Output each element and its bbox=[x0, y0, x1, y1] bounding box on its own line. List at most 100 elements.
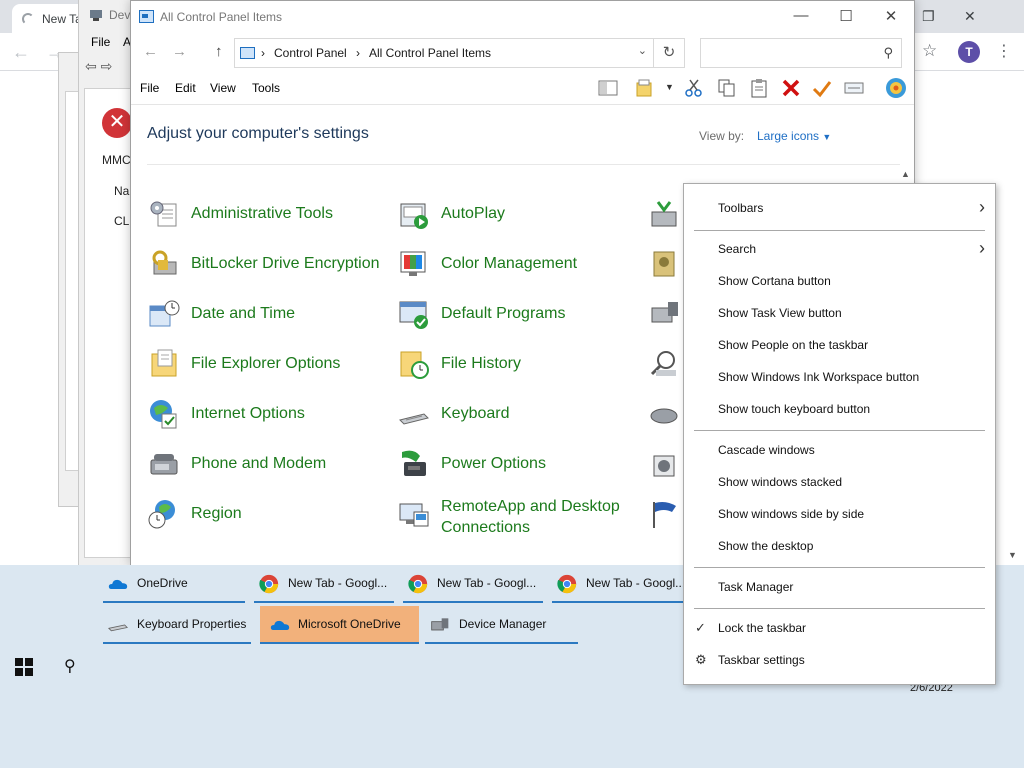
cp-item-file-explorer-options[interactable]: File Explorer Options bbox=[148, 344, 368, 384]
recovery-icon[interactable] bbox=[648, 448, 680, 480]
cp-item-autoplay[interactable]: AutoPlay bbox=[398, 194, 618, 234]
preview-pane-icon[interactable] bbox=[598, 78, 618, 98]
copy-icon[interactable] bbox=[717, 78, 737, 98]
search-icon[interactable]: ⚲ bbox=[64, 656, 76, 676]
credential-manager-icon[interactable] bbox=[648, 248, 680, 280]
taskbar-button-chrome[interactable]: New Tab - Googl... bbox=[254, 565, 394, 603]
mmc-error-dialog: ✕ MMC Na CL bbox=[84, 88, 134, 558]
menu-item-label: Toolbars bbox=[718, 201, 764, 215]
security-maintenance-icon[interactable] bbox=[648, 498, 680, 530]
cp-item-phone-modem[interactable]: Phone and Modem bbox=[148, 444, 368, 484]
shell-icon[interactable] bbox=[884, 76, 908, 100]
chevron-right-icon[interactable]: › bbox=[356, 46, 360, 60]
menu-item-show-touch-keyboard[interactable]: Show touch keyboard button bbox=[684, 395, 995, 423]
phone-modem-icon bbox=[150, 454, 178, 475]
forward-arrow-icon[interactable]: → bbox=[172, 43, 187, 60]
cp-item-label: Region bbox=[191, 505, 242, 522]
close-icon[interactable]: ✕ bbox=[876, 7, 906, 27]
menu-item-show-task-view[interactable]: Show Task View button bbox=[684, 299, 995, 327]
cp-item-color-management[interactable]: Color Management bbox=[398, 244, 618, 284]
chrome-menu-icon[interactable]: ⋮ bbox=[996, 41, 1012, 61]
menu-file[interactable]: File bbox=[91, 35, 110, 49]
cp-item-default-programs[interactable]: Default Programs bbox=[398, 294, 618, 334]
cp-item-file-history[interactable]: File History bbox=[398, 344, 618, 384]
search-input[interactable]: ⚲ bbox=[700, 38, 902, 68]
taskbar-button-chrome[interactable]: New Tab - Googl... bbox=[552, 565, 683, 603]
back-arrow-icon[interactable]: ← bbox=[12, 42, 30, 63]
taskbar-button-chrome[interactable]: New Tab - Googl... bbox=[403, 565, 543, 603]
cp-item-power-options[interactable]: Power Options bbox=[398, 444, 618, 484]
back-arrow-icon[interactable]: ← bbox=[143, 43, 158, 60]
menu-item-lock-taskbar[interactable]: ✓ Lock the taskbar bbox=[684, 614, 995, 642]
cp-item-label: AutoPlay bbox=[441, 205, 506, 222]
dialog-text: CL bbox=[114, 214, 130, 228]
device-manager-icon[interactable] bbox=[648, 298, 680, 330]
windows-start-icon[interactable] bbox=[15, 658, 33, 676]
menu-view[interactable]: View bbox=[210, 81, 236, 95]
backup-restore-icon[interactable] bbox=[648, 198, 680, 230]
indexing-options-icon[interactable] bbox=[648, 348, 680, 380]
breadcrumb-all-items[interactable]: All Control Panel Items bbox=[369, 46, 491, 60]
cp-item-label: Color Management bbox=[441, 255, 578, 272]
menu-item-show-ink-workspace[interactable]: Show Windows Ink Workspace button bbox=[684, 363, 995, 391]
up-arrow-icon[interactable]: ↑ bbox=[215, 43, 223, 60]
refresh-icon[interactable]: ↻ bbox=[654, 38, 685, 68]
cp-item-remoteapp[interactable]: RemoteApp and Desktop Connections bbox=[398, 494, 638, 536]
menu-item-windows-side-by-side[interactable]: Show windows side by side bbox=[684, 500, 995, 528]
menu-item-show-cortana[interactable]: Show Cortana button bbox=[684, 267, 995, 295]
menu-item-cascade-windows[interactable]: Cascade windows bbox=[684, 436, 995, 464]
maximize-icon[interactable]: ☐ bbox=[831, 7, 861, 27]
menu-item-show-people[interactable]: Show People on the taskbar bbox=[684, 331, 995, 359]
mouse-icon[interactable] bbox=[648, 398, 680, 430]
menu-item-show-desktop[interactable]: Show the desktop bbox=[684, 532, 995, 560]
menu-item-search[interactable]: Search › bbox=[684, 235, 995, 263]
delete-icon[interactable] bbox=[781, 78, 801, 98]
profile-avatar[interactable]: T bbox=[958, 41, 980, 63]
restore-icon[interactable]: ❐ bbox=[922, 8, 935, 25]
cp-item-label: File History bbox=[441, 355, 522, 372]
menu-edit[interactable]: Edit bbox=[175, 81, 196, 95]
cp-item-bitlocker[interactable]: BitLocker Drive Encryption bbox=[148, 244, 388, 284]
cp-item-label: Internet Options bbox=[191, 405, 305, 422]
chrome-icon bbox=[259, 574, 279, 594]
chevron-down-icon: ▼ bbox=[822, 132, 832, 142]
breadcrumb-control-panel[interactable]: Control Panel bbox=[274, 46, 347, 60]
chevron-down-icon[interactable]: ▼ bbox=[665, 82, 674, 92]
cut-icon[interactable] bbox=[684, 78, 704, 98]
address-bar[interactable]: › Control Panel › All Control Panel Item… bbox=[234, 38, 654, 68]
cp-item-date-time[interactable]: Date and Time bbox=[148, 294, 368, 334]
menu-item-label: Show windows side by side bbox=[718, 507, 865, 521]
menu-item-task-manager[interactable]: Task Manager bbox=[684, 573, 995, 601]
menu-item-windows-stacked[interactable]: Show windows stacked bbox=[684, 468, 995, 496]
checkmark-icon[interactable] bbox=[812, 78, 832, 98]
close-icon[interactable]: ✕ bbox=[964, 8, 976, 25]
cp-item-region[interactable]: Region bbox=[148, 494, 368, 534]
bookmark-star-icon[interactable]: ☆ bbox=[922, 41, 937, 61]
menu-item-label: Show People on the taskbar bbox=[718, 338, 869, 352]
scroll-up-icon[interactable]: ▲ bbox=[901, 169, 910, 179]
cp-item-internet-options[interactable]: Internet Options bbox=[148, 394, 368, 434]
minimize-icon[interactable]: — bbox=[786, 7, 816, 27]
chevron-right-icon[interactable]: › bbox=[261, 46, 265, 60]
menu-item-taskbar-settings[interactable]: ⚙ Taskbar settings bbox=[684, 646, 995, 674]
taskbar-button-keyboard-properties[interactable]: Keyboard Properties bbox=[103, 606, 251, 644]
cp-item-administrative-tools[interactable]: Administrative Tools bbox=[148, 194, 368, 234]
dialog-text: MMC bbox=[102, 153, 131, 167]
taskbar-button-microsoft-onedrive[interactable]: Microsoft OneDrive bbox=[260, 606, 419, 644]
back-arrow-icon[interactable]: ⇦ ⇨ bbox=[85, 58, 112, 75]
paste-icon[interactable] bbox=[749, 78, 769, 98]
scroll-down-icon[interactable]: ▼ bbox=[1008, 550, 1017, 560]
chevron-down-icon[interactable]: ⌄ bbox=[638, 44, 647, 57]
taskbar-button-device-manager[interactable]: Device Manager bbox=[425, 606, 578, 644]
menu-divider bbox=[694, 608, 985, 609]
new-folder-icon[interactable] bbox=[635, 78, 655, 98]
date-time-icon bbox=[149, 300, 180, 327]
menu-item-toolbars[interactable]: Toolbars › bbox=[684, 194, 995, 222]
properties-icon[interactable] bbox=[844, 78, 864, 98]
taskbar-button-onedrive[interactable]: OneDrive bbox=[103, 565, 245, 603]
view-by-dropdown[interactable]: Large icons ▼ bbox=[757, 129, 831, 143]
menu-tools[interactable]: Tools bbox=[252, 81, 280, 95]
menu-file[interactable]: File bbox=[140, 81, 159, 95]
cp-item-label: Keyboard bbox=[441, 405, 510, 422]
cp-item-keyboard[interactable]: Keyboard bbox=[398, 394, 618, 434]
